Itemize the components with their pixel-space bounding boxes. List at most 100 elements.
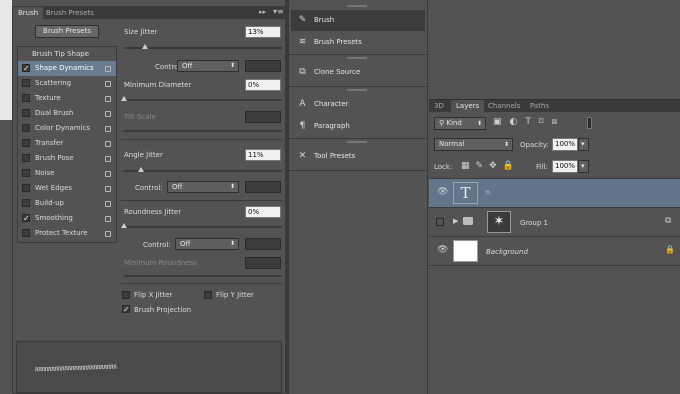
list-item-wet-edges[interactable]: Wet Edges — [18, 181, 116, 196]
list-item-checkbox[interactable] — [22, 184, 30, 192]
fill-slider-button[interactable]: ▾ — [578, 160, 589, 173]
layer-row-group[interactable]: ▶ ✶ Group 1 ⧉ — [429, 208, 680, 237]
lock-image-icon[interactable]: ✎ — [476, 161, 490, 171]
minimum-diameter-value[interactable]: 0% — [245, 79, 281, 91]
layer-name[interactable]: n — [486, 189, 490, 196]
list-item-checkbox[interactable] — [22, 154, 30, 162]
lock-icon[interactable] — [105, 81, 111, 87]
visibility-eye-icon[interactable]: 👁 — [437, 187, 448, 197]
filter-toggle-icon[interactable] — [587, 117, 592, 129]
roundness-jitter-slider-knob[interactable] — [121, 223, 127, 228]
lock-icon[interactable] — [105, 141, 111, 147]
list-item-checkbox[interactable] — [22, 94, 30, 102]
divider — [121, 200, 283, 201]
list-item-protect-texture[interactable]: Protect Texture — [18, 226, 116, 241]
tab-brush-presets[interactable]: Brush Presets — [41, 7, 99, 19]
panel-group-grip[interactable] — [347, 89, 367, 91]
size-jitter-value[interactable]: 13% — [245, 26, 281, 38]
tool-panel-item-tool-presets[interactable]: ✕ Tool Presets — [291, 146, 425, 167]
list-item-noise[interactable]: Noise — [18, 166, 116, 181]
tool-panel-item-brush[interactable]: ✎ Brush — [291, 10, 425, 31]
opacity-value[interactable]: 100% — [552, 138, 578, 151]
panel-group-grip[interactable] — [347, 141, 367, 143]
tool-panel-item-paragraph[interactable]: ¶ Paragraph — [291, 116, 425, 137]
tab-paths[interactable]: Paths — [525, 100, 554, 112]
tab-layers[interactable]: Layers — [451, 100, 485, 112]
shape-filter-icon[interactable]: ⌑ — [539, 117, 552, 127]
adjustment-filter-icon[interactable]: ◐ — [510, 117, 526, 127]
list-item-transfer[interactable]: Transfer — [18, 136, 116, 151]
list-item-checkbox[interactable]: ✓ — [22, 214, 30, 223]
type-filter-icon[interactable]: T — [525, 117, 539, 127]
visibility-off-box[interactable] — [436, 218, 444, 226]
brush-projection-checkbox[interactable]: ✓ — [122, 305, 130, 314]
lock-icon[interactable] — [105, 156, 111, 162]
layer-name[interactable]: Group 1 — [520, 219, 548, 227]
smart-object-filter-icon[interactable]: ⧈ — [552, 117, 566, 127]
list-item-shape-dynamics[interactable]: ✓ Shape Dynamics — [18, 61, 116, 76]
fill-value[interactable]: 100% — [552, 160, 578, 173]
list-item-checkbox[interactable] — [22, 229, 30, 237]
lock-icon[interactable] — [105, 171, 111, 177]
expand-arrow-icon[interactable]: ▶ — [453, 217, 458, 225]
list-item-texture[interactable]: Texture — [18, 91, 116, 106]
lock-icon[interactable] — [105, 216, 111, 222]
lock-icon[interactable] — [105, 66, 111, 72]
tab-brush[interactable]: Brush — [13, 7, 44, 19]
opacity-slider-button[interactable]: ▾ — [578, 138, 589, 151]
filter-kind-dropdown[interactable]: ⚲ Kind ⬍ — [434, 117, 486, 130]
list-item-dual-brush[interactable]: Dual Brush — [18, 106, 116, 121]
roundness-jitter-value[interactable]: 0% — [245, 206, 281, 218]
list-item-smoothing[interactable]: ✓ Smoothing — [18, 211, 116, 226]
control-dropdown-1[interactable]: Off ⬍ — [177, 60, 239, 72]
list-item-scattering[interactable]: Scattering — [18, 76, 116, 91]
angle-jitter-slider[interactable] — [124, 170, 282, 172]
roundness-jitter-slider[interactable] — [124, 226, 282, 228]
list-item-checkbox[interactable] — [22, 199, 30, 207]
pixel-filter-icon[interactable]: ▣ — [493, 117, 510, 127]
list-item-brush-pose[interactable]: Brush Pose — [18, 151, 116, 166]
lock-transparent-icon[interactable]: ▦ — [461, 161, 476, 171]
lock-icon[interactable] — [105, 126, 111, 132]
control-dropdown-3[interactable]: Off ⬍ — [175, 238, 239, 250]
tool-panel-item-brush-presets[interactable]: ≋ Brush Presets — [291, 32, 425, 53]
brush-presets-button[interactable]: Brush Presets — [35, 25, 99, 38]
list-item-checkbox[interactable] — [22, 169, 30, 177]
lock-position-icon[interactable]: ✥ — [489, 161, 503, 171]
panel-group-grip[interactable] — [347, 57, 367, 59]
angle-jitter-value[interactable]: 11% — [245, 149, 281, 161]
layer-name[interactable]: Background — [486, 248, 528, 256]
minimum-diameter-slider[interactable] — [124, 99, 282, 101]
list-item-color-dynamics[interactable]: Color Dynamics — [18, 121, 116, 136]
lock-icon[interactable] — [105, 201, 111, 207]
flip-y-jitter-checkbox[interactable] — [204, 291, 212, 299]
list-item-brush-tip-shape[interactable]: Brush Tip Shape — [18, 47, 116, 61]
layer-row-background[interactable]: 👁 Background 🔒 — [429, 237, 680, 266]
tab-channels[interactable]: Channels — [483, 100, 525, 112]
blend-mode-dropdown[interactable]: Normal ⬍ — [434, 138, 513, 151]
lock-icon[interactable] — [105, 231, 111, 237]
panel-group-grip[interactable] — [347, 5, 367, 7]
tool-panel-item-clone-source[interactable]: ⧉ Clone Source — [291, 62, 425, 83]
angle-jitter-slider-knob[interactable] — [138, 167, 144, 172]
lock-icon[interactable] — [105, 111, 111, 117]
tab-3d[interactable]: 3D — [429, 100, 449, 112]
lock-all-icon[interactable]: 🔒 — [503, 161, 520, 171]
tool-panel-item-character[interactable]: A Character — [291, 94, 425, 115]
minimum-diameter-slider-knob[interactable] — [121, 96, 127, 101]
list-item-checkbox[interactable] — [22, 124, 30, 132]
layer-row-text[interactable]: 👁 T n — [429, 179, 680, 208]
panel-menu-icon[interactable]: ▾≡ — [273, 7, 284, 16]
list-item-checkbox[interactable] — [22, 139, 30, 147]
list-item-checkbox[interactable] — [22, 79, 30, 87]
flip-x-jitter-checkbox[interactable] — [122, 291, 130, 299]
size-jitter-slider-knob[interactable] — [142, 44, 148, 49]
visibility-eye-icon[interactable]: 👁 — [437, 245, 448, 255]
collapse-panel-icon[interactable]: ▸▸ — [259, 8, 266, 16]
list-item-build-up[interactable]: Build-up — [18, 196, 116, 211]
lock-icon[interactable] — [105, 186, 111, 192]
lock-icon[interactable] — [105, 96, 111, 102]
control-dropdown-2[interactable]: Off ⬍ — [167, 181, 239, 193]
list-item-checkbox[interactable]: ✓ — [22, 64, 30, 73]
list-item-checkbox[interactable] — [22, 109, 30, 117]
